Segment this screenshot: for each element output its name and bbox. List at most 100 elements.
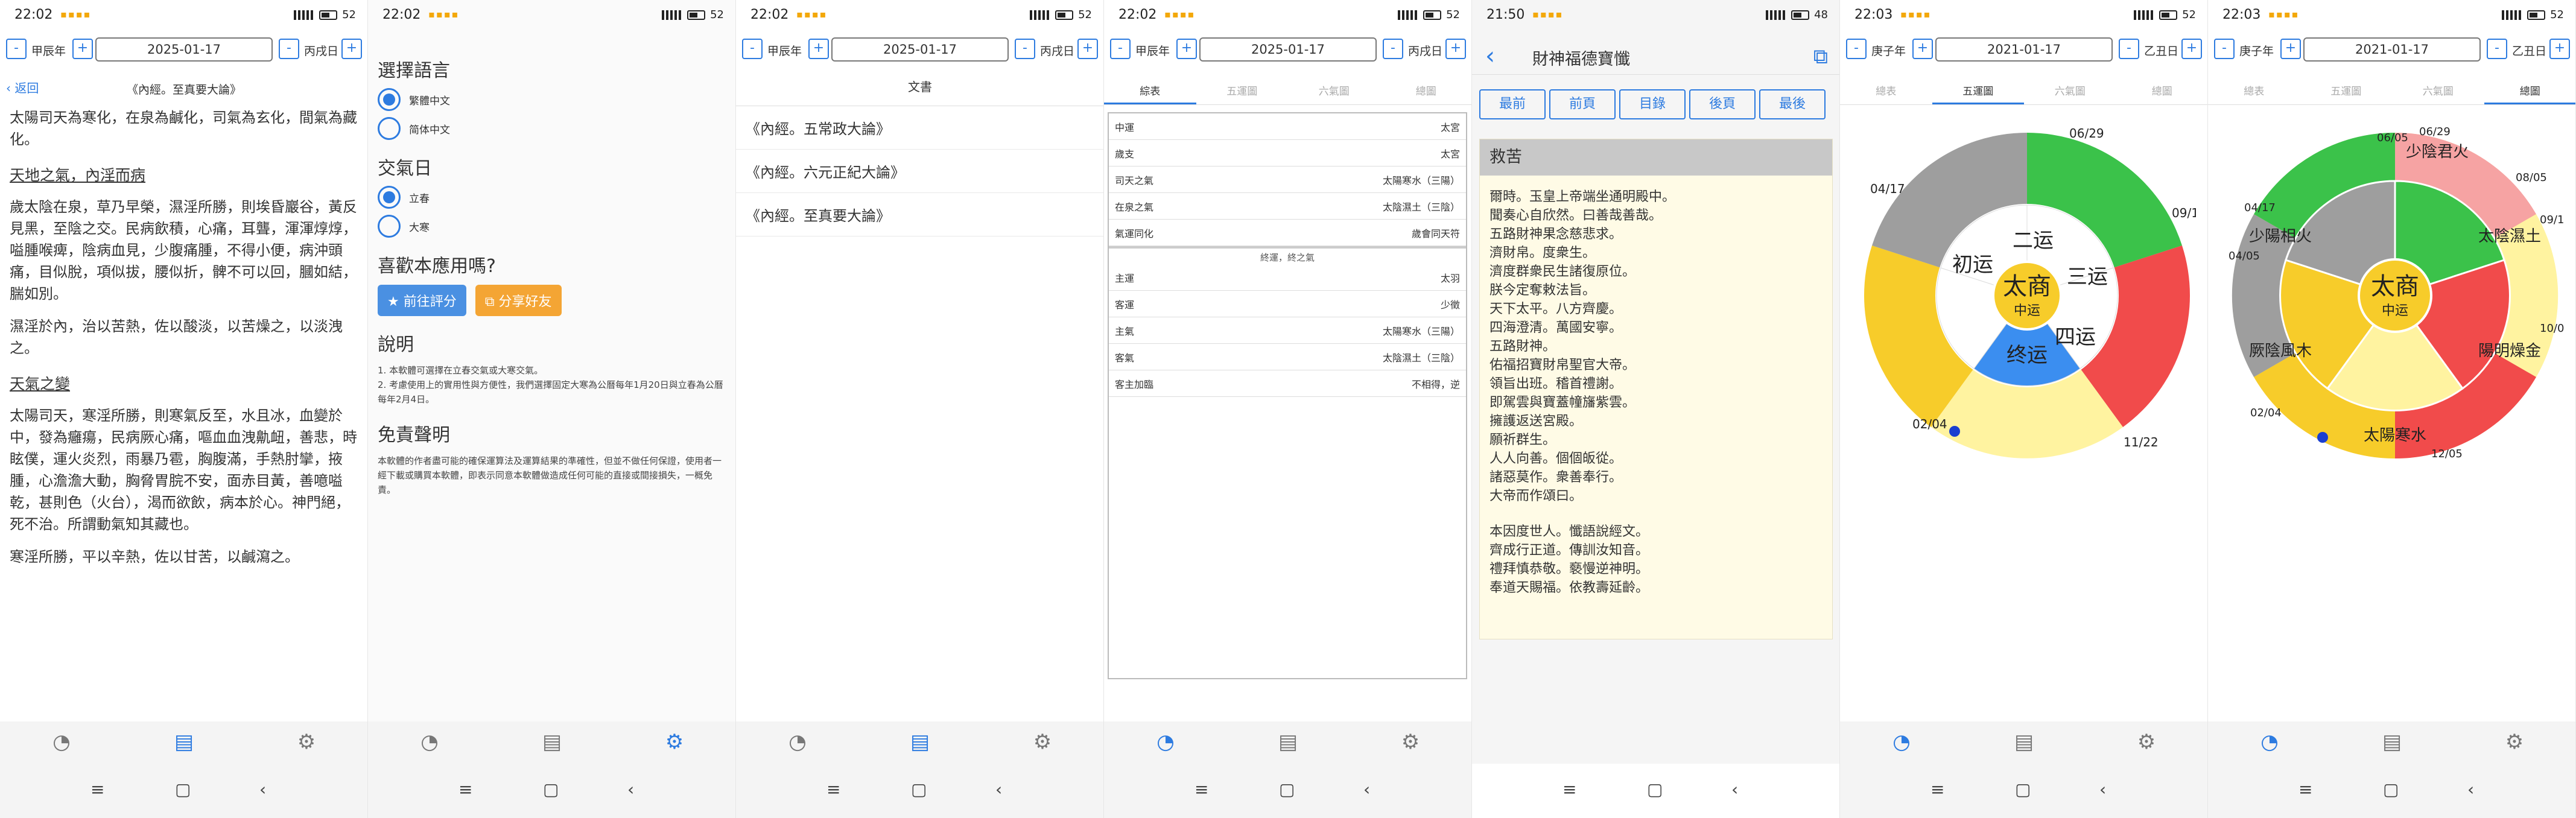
date-field[interactable]: 2021-01-17 xyxy=(2303,37,2481,62)
rate-button[interactable]: ★ 前往評分 xyxy=(378,285,466,316)
back-nav-icon[interactable]: ‹ xyxy=(1731,779,1738,799)
next-day-button[interactable]: + xyxy=(1445,39,1466,59)
menu-icon[interactable]: ≡ xyxy=(458,779,472,799)
language-title: 選擇語言 xyxy=(378,60,450,81)
prev-year-button[interactable]: - xyxy=(6,39,27,59)
tab-six-qi[interactable]: 六氣圖 xyxy=(2024,78,2116,104)
qi-label: 太陰濕土 xyxy=(2478,227,2541,246)
next-day-button[interactable]: + xyxy=(2549,39,2570,59)
home-icon[interactable]: ▢ xyxy=(1279,779,1295,799)
menu-icon[interactable]: ≡ xyxy=(826,779,840,799)
row-value: 太宮 xyxy=(1440,148,1460,160)
menu-icon[interactable]: ≡ xyxy=(1562,779,1576,799)
share-button[interactable]: ⧉ 分享好友 xyxy=(475,285,562,316)
home-icon[interactable]: ▢ xyxy=(2383,779,2399,799)
copy-icon[interactable]: ⧉ xyxy=(1813,45,1828,69)
tab-overview[interactable]: 總圖 xyxy=(2116,78,2208,104)
pie-chart-icon[interactable]: ◔ xyxy=(2256,729,2283,755)
tab-overview[interactable]: 總圖 xyxy=(1380,78,1472,104)
back-nav-icon[interactable]: ‹ xyxy=(995,779,1002,799)
book-icon[interactable]: ▤ xyxy=(539,729,565,755)
prev-page-button[interactable]: 前頁 xyxy=(1549,89,1616,119)
tab-five-phases[interactable]: 五運圖 xyxy=(1932,78,2024,104)
back-nav-icon[interactable]: ‹ xyxy=(627,779,634,799)
back-nav-icon[interactable]: ‹ xyxy=(1363,779,1370,799)
book-icon[interactable]: ▤ xyxy=(907,729,933,755)
next-day-button[interactable]: + xyxy=(2181,39,2202,59)
qi-label: 厥陰風木 xyxy=(2249,342,2312,360)
first-page-button[interactable]: 最前 xyxy=(1479,89,1546,119)
day-label: 丙戌日 xyxy=(1408,45,1443,58)
radio-traditional[interactable]: 繁體中文 xyxy=(378,88,728,111)
date-field[interactable]: 2025-01-17 xyxy=(95,37,273,62)
tab-five-phases[interactable]: 五運圖 xyxy=(2300,78,2393,104)
menu-icon[interactable]: ≡ xyxy=(90,779,104,799)
page-title: 文書 xyxy=(736,66,1103,106)
radio-simplified[interactable]: 简体中文 xyxy=(378,117,728,140)
pie-chart-icon[interactable]: ◔ xyxy=(784,729,811,755)
date-field[interactable]: 2021-01-17 xyxy=(1935,37,2113,62)
gear-icon[interactable]: ⚙ xyxy=(293,729,320,755)
last-page-button[interactable]: 最後 xyxy=(1759,89,1826,119)
book-icon[interactable]: ▤ xyxy=(2011,729,2037,755)
menu-icon[interactable]: ≡ xyxy=(1930,779,1944,799)
pie-chart-icon[interactable]: ◔ xyxy=(48,729,75,755)
tab-summary[interactable]: 總表 xyxy=(1840,78,1932,104)
back-nav-icon[interactable]: ‹ xyxy=(2099,779,2106,799)
prev-day-button[interactable]: - xyxy=(1383,39,1403,59)
radio-dahan[interactable]: 大寒 xyxy=(378,215,728,238)
tab-overview[interactable]: 總圖 xyxy=(2484,78,2575,104)
prev-day-button[interactable]: - xyxy=(2487,39,2507,59)
next-page-button[interactable]: 後頁 xyxy=(1689,89,1756,119)
prev-year-button[interactable]: - xyxy=(1846,39,1867,59)
book-icon[interactable]: ▤ xyxy=(2379,729,2405,755)
menu-icon[interactable]: ≡ xyxy=(2298,779,2312,799)
home-icon[interactable]: ▢ xyxy=(2015,779,2031,799)
next-day-button[interactable]: + xyxy=(341,39,362,59)
prev-year-button[interactable]: - xyxy=(742,39,763,59)
prev-day-button[interactable]: - xyxy=(1015,39,1035,59)
back-nav-icon[interactable]: ‹ xyxy=(259,779,266,799)
prev-year-button[interactable]: - xyxy=(1110,39,1131,59)
battery-level: 52 xyxy=(1446,8,1460,21)
home-icon[interactable]: ▢ xyxy=(543,779,559,799)
gear-icon[interactable]: ⚙ xyxy=(2501,729,2528,755)
home-icon[interactable]: ▢ xyxy=(1647,779,1663,799)
pie-chart-icon[interactable]: ◔ xyxy=(1152,729,1179,755)
gear-icon[interactable]: ⚙ xyxy=(661,729,688,755)
next-day-button[interactable]: + xyxy=(1077,39,1098,59)
date-field[interactable]: 2025-01-17 xyxy=(831,37,1009,62)
radio-lichun[interactable]: 立春 xyxy=(378,186,728,209)
tab-six-qi[interactable]: 六氣圖 xyxy=(1288,78,1380,104)
gear-icon[interactable]: ⚙ xyxy=(1029,729,1056,755)
next-year-button[interactable]: + xyxy=(808,39,829,59)
list-item[interactable]: 《內經。六元正紀大論》 xyxy=(736,150,1103,193)
gear-icon[interactable]: ⚙ xyxy=(1397,729,1424,755)
prev-day-button[interactable]: - xyxy=(2119,39,2139,59)
list-item[interactable]: 《內經。五常政大論》 xyxy=(736,106,1103,150)
list-item[interactable]: 《內經。至真要大論》 xyxy=(736,193,1103,236)
book-icon[interactable]: ▤ xyxy=(1275,729,1301,755)
toc-button[interactable]: 目錄 xyxy=(1619,89,1686,119)
next-year-button[interactable]: + xyxy=(1912,39,1933,59)
tab-summary[interactable]: 總表 xyxy=(2208,78,2300,104)
book-icon[interactable]: ▤ xyxy=(171,729,197,755)
menu-icon[interactable]: ≡ xyxy=(1194,779,1208,799)
next-year-button[interactable]: + xyxy=(72,39,93,59)
tab-six-qi[interactable]: 六氣圖 xyxy=(2392,78,2484,104)
next-year-button[interactable]: + xyxy=(1176,39,1197,59)
home-icon[interactable]: ▢ xyxy=(911,779,927,799)
back-nav-icon[interactable]: ‹ xyxy=(2467,779,2474,799)
tab-summary[interactable]: 綜表 xyxy=(1104,78,1196,104)
tab-five-phases[interactable]: 五運圖 xyxy=(1196,78,1289,104)
home-icon[interactable]: ▢ xyxy=(175,779,191,799)
pie-chart-icon[interactable]: ◔ xyxy=(416,729,443,755)
next-year-button[interactable]: + xyxy=(2280,39,2301,59)
prev-day-button[interactable]: - xyxy=(279,39,299,59)
chevron-left-icon[interactable]: ‹ xyxy=(1485,42,1495,70)
pie-chart-icon[interactable]: ◔ xyxy=(1888,729,1915,755)
date-field[interactable]: 2025-01-17 xyxy=(1199,37,1377,62)
description-title: 說明 xyxy=(378,334,414,355)
prev-year-button[interactable]: - xyxy=(2214,39,2235,59)
gear-icon[interactable]: ⚙ xyxy=(2133,729,2160,755)
